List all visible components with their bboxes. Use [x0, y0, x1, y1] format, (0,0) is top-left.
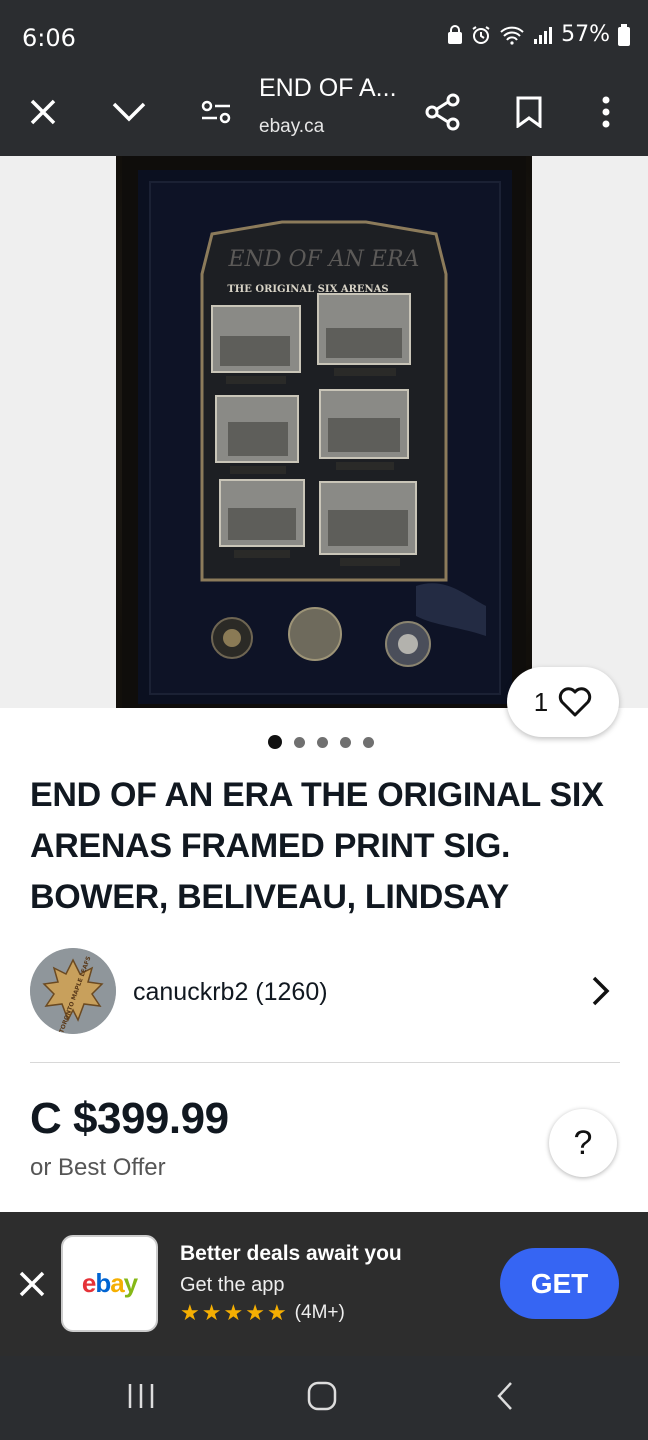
seller-name[interactable]: canuckrb2 (1260) [133, 978, 328, 1007]
more-vert-icon [602, 96, 610, 128]
alarm-icon [472, 25, 490, 44]
carousel-dot[interactable] [363, 736, 374, 748]
star-icon: ★ [201, 1300, 222, 1325]
carousel-dot[interactable] [268, 735, 282, 749]
back-button[interactable] [480, 1374, 530, 1418]
get-app-button[interactable]: GET [500, 1248, 619, 1319]
seller-row[interactable]: TORONTO MAPLE LEAFS canuckrb2 (1260) [0, 946, 648, 1036]
browser-toolbar: END OF A... ebay.ca [0, 70, 648, 156]
image-carousel[interactable]: END OF AN ERA THE ORIGINAL SIX ARENAS [0, 156, 648, 708]
help-button[interactable]: ? [549, 1109, 617, 1177]
tune-icon [201, 100, 231, 124]
home-button[interactable] [297, 1374, 347, 1418]
star-icon: ★ [180, 1300, 200, 1325]
chevron-down-icon [112, 102, 146, 122]
share-icon [425, 93, 460, 131]
recents-icon [128, 1384, 154, 1408]
system-nav-bar [0, 1356, 648, 1440]
recent-apps-button[interactable] [116, 1374, 166, 1418]
status-icons: 57% [447, 22, 630, 47]
page-url: ebay.ca [259, 116, 325, 137]
close-icon [19, 1271, 45, 1297]
status-time: 6:06 [22, 24, 76, 52]
more-options-button[interactable] [578, 84, 634, 140]
banner-headline: Better deals await you [180, 1242, 402, 1265]
best-offer-label: or Best Offer [30, 1154, 166, 1181]
rating-count: (4M+) [294, 1302, 345, 1323]
signal-icon [534, 26, 553, 44]
carousel-indicator [268, 735, 374, 749]
close-tab-button[interactable] [15, 84, 71, 140]
watch-count: 1 [533, 686, 549, 717]
battery-icon [618, 23, 630, 46]
carousel-dot[interactable] [317, 736, 328, 748]
print-heading: END OF AN ERA [228, 247, 420, 272]
wifi-icon [500, 26, 524, 45]
divider [30, 1062, 620, 1063]
heart-icon [559, 687, 592, 717]
star-icon: ★ [223, 1300, 244, 1325]
watch-button[interactable]: 1 [507, 667, 619, 737]
page-title: END OF A... [259, 74, 397, 102]
ebay-app-icon: ebay [61, 1235, 158, 1332]
app-rating: ★ ★ ★ ★ ★ (4M+) [180, 1302, 345, 1324]
battery-percent: 57% [561, 22, 610, 47]
bookmark-icon [516, 96, 542, 128]
banner-subline: Get the app [180, 1274, 285, 1296]
listing-photo[interactable]: END OF AN ERA THE ORIGINAL SIX ARENAS [116, 156, 532, 708]
status-bar: 6:06 57% [0, 0, 648, 70]
ebay-logo: ebay [81, 1268, 138, 1298]
close-banner-button[interactable] [14, 1266, 50, 1302]
star-icon: ★ [245, 1300, 265, 1325]
back-icon [497, 1382, 512, 1410]
lock-notification-icon [448, 24, 463, 44]
item-price: C $399.99 [30, 1094, 229, 1143]
close-icon [30, 99, 56, 125]
get-app-banner: ebay Better deals await you Get the app … [0, 1212, 648, 1356]
framed-print-image: END OF AN ERA THE ORIGINAL SIX ARENAS [116, 156, 532, 708]
page-info-button[interactable] [188, 84, 244, 140]
home-icon [307, 1381, 337, 1411]
carousel-dot[interactable] [294, 736, 305, 748]
carousel-dot[interactable] [340, 736, 351, 748]
share-button[interactable] [415, 84, 471, 140]
minimize-tab-button[interactable] [101, 84, 157, 140]
chevron-right-icon[interactable] [590, 974, 612, 1008]
star-icon: ★ [266, 1300, 287, 1325]
seller-avatar[interactable]: TORONTO MAPLE LEAFS [30, 948, 116, 1034]
listing-title: END OF AN ERA THE ORIGINAL SIX ARENAS FR… [30, 776, 604, 916]
bookmark-button[interactable] [501, 84, 557, 140]
